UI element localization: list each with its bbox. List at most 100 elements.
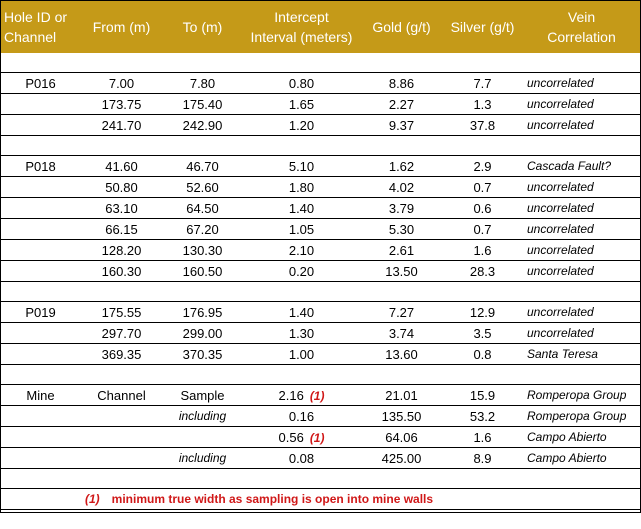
gold-cell: 64.06 xyxy=(361,427,442,448)
silver-cell: 2.9 xyxy=(442,156,523,177)
interval-cell: 0.20 xyxy=(242,261,361,282)
to-cell: 176.95 xyxy=(163,302,242,323)
interval-cell: 1.20 xyxy=(242,115,361,136)
header-vein: VeinCorrelation xyxy=(523,1,640,53)
gold-cell: 1.62 xyxy=(361,156,442,177)
vein-cell: uncorrelated xyxy=(523,323,640,344)
table-row: 128.20 130.30 2.10 2.61 1.6 uncorrelated xyxy=(1,240,640,261)
table-row: P019 175.55 176.95 1.40 7.27 12.9 uncorr… xyxy=(1,302,640,323)
spacer-row xyxy=(1,53,640,73)
footnote-marker: (1) xyxy=(85,492,100,506)
to-cell: 7.80 xyxy=(163,73,242,94)
vein-cell: uncorrelated xyxy=(523,302,640,323)
vein-cell: Campo Abierto xyxy=(523,448,640,469)
from-cell: Channel xyxy=(80,385,163,406)
silver-cell: 7.7 xyxy=(442,73,523,94)
hole-id-cell xyxy=(1,115,80,136)
vein-cell: Santa Teresa xyxy=(523,344,640,365)
spacer-row xyxy=(1,282,640,302)
interval-cell: 1.00 xyxy=(242,344,361,365)
to-cell xyxy=(163,427,242,448)
vein-cell: uncorrelated xyxy=(523,261,640,282)
to-cell: 130.30 xyxy=(163,240,242,261)
to-cell: 299.00 xyxy=(163,323,242,344)
header-from: From (m) xyxy=(80,1,163,53)
gold-cell: 425.00 xyxy=(361,448,442,469)
vein-cell: uncorrelated xyxy=(523,219,640,240)
from-cell: 173.75 xyxy=(80,94,163,115)
silver-cell: 0.8 xyxy=(442,344,523,365)
vein-cell: uncorrelated xyxy=(523,177,640,198)
gold-cell: 5.30 xyxy=(361,219,442,240)
from-cell: 66.15 xyxy=(80,219,163,240)
silver-cell: 0.7 xyxy=(442,219,523,240)
interval-cell: 1.65 xyxy=(242,94,361,115)
gold-cell: 2.61 xyxy=(361,240,442,261)
hole-id-cell xyxy=(1,448,80,469)
to-cell: 64.50 xyxy=(163,198,242,219)
interval-cell: 2.10 xyxy=(242,240,361,261)
from-cell: 63.10 xyxy=(80,198,163,219)
vein-cell: uncorrelated xyxy=(523,198,640,219)
table-row: 369.35 370.35 1.00 13.60 0.8 Santa Teres… xyxy=(1,344,640,365)
hole-id-cell: P019 xyxy=(1,302,80,323)
table-row: P018 41.60 46.70 5.10 1.62 2.9 Cascada F… xyxy=(1,156,640,177)
from-cell: 369.35 xyxy=(80,344,163,365)
table-row: 63.10 64.50 1.40 3.79 0.6 uncorrelated xyxy=(1,198,640,219)
interval-cell: 0.16 xyxy=(242,406,361,427)
vein-cell: uncorrelated xyxy=(523,115,640,136)
hole-id-cell xyxy=(1,261,80,282)
vein-cell: uncorrelated xyxy=(523,240,640,261)
silver-cell: 28.3 xyxy=(442,261,523,282)
to-cell: including xyxy=(163,448,242,469)
to-cell: 160.50 xyxy=(163,261,242,282)
gold-cell: 8.86 xyxy=(361,73,442,94)
silver-cell: 0.7 xyxy=(442,177,523,198)
table-row: 173.75 175.40 1.65 2.27 1.3 uncorrelated xyxy=(1,94,640,115)
spacer-row xyxy=(1,510,640,529)
hole-id-cell xyxy=(1,198,80,219)
to-cell: Sample xyxy=(163,385,242,406)
to-cell: 52.60 xyxy=(163,177,242,198)
vein-cell: uncorrelated xyxy=(523,73,640,94)
header-to: To (m) xyxy=(163,1,242,53)
from-cell xyxy=(80,448,163,469)
vein-cell: Campo Abierto xyxy=(523,427,640,448)
footnote-flag: (1) xyxy=(310,431,325,445)
interval-cell: 5.10 xyxy=(242,156,361,177)
from-cell: 128.20 xyxy=(80,240,163,261)
hole-id-cell xyxy=(1,219,80,240)
assay-results-table: Hole ID orChannel From (m) To (m) Interc… xyxy=(1,1,640,529)
hole-id-cell: P018 xyxy=(1,156,80,177)
gold-cell: 135.50 xyxy=(361,406,442,427)
vein-cell: Romperopa Group xyxy=(523,406,640,427)
table-row: 0.56(1) 64.06 1.6 Campo Abierto xyxy=(1,427,640,448)
silver-cell: 1.6 xyxy=(442,427,523,448)
table-row: P016 7.00 7.80 0.80 8.86 7.7 uncorrelate… xyxy=(1,73,640,94)
interval-cell: 2.16(1) xyxy=(242,385,361,406)
table-row: 160.30 160.50 0.20 13.50 28.3 uncorrelat… xyxy=(1,261,640,282)
footnote-row: (1) minimum true width as sampling is ope… xyxy=(1,489,640,510)
gold-cell: 4.02 xyxy=(361,177,442,198)
spacer-row xyxy=(1,136,640,156)
from-cell: 241.70 xyxy=(80,115,163,136)
silver-cell: 0.6 xyxy=(442,198,523,219)
hole-id-cell: Mine xyxy=(1,385,80,406)
from-cell: 7.00 xyxy=(80,73,163,94)
hole-id-cell xyxy=(1,323,80,344)
silver-cell: 3.5 xyxy=(442,323,523,344)
to-cell: 242.90 xyxy=(163,115,242,136)
footnote-text: minimum true width as sampling is open i… xyxy=(112,492,433,506)
gold-cell: 3.74 xyxy=(361,323,442,344)
header-hole-id: Hole ID orChannel xyxy=(1,1,80,53)
from-cell: 41.60 xyxy=(80,156,163,177)
footnote-flag: (1) xyxy=(310,389,325,403)
gold-cell: 3.79 xyxy=(361,198,442,219)
interval-cell: 1.40 xyxy=(242,302,361,323)
interval-cell: 1.80 xyxy=(242,177,361,198)
silver-cell: 1.6 xyxy=(442,240,523,261)
table-row: 66.15 67.20 1.05 5.30 0.7 uncorrelated xyxy=(1,219,640,240)
to-cell: 46.70 xyxy=(163,156,242,177)
gold-cell: 21.01 xyxy=(361,385,442,406)
header-intercept: InterceptInterval (meters) xyxy=(242,1,361,53)
